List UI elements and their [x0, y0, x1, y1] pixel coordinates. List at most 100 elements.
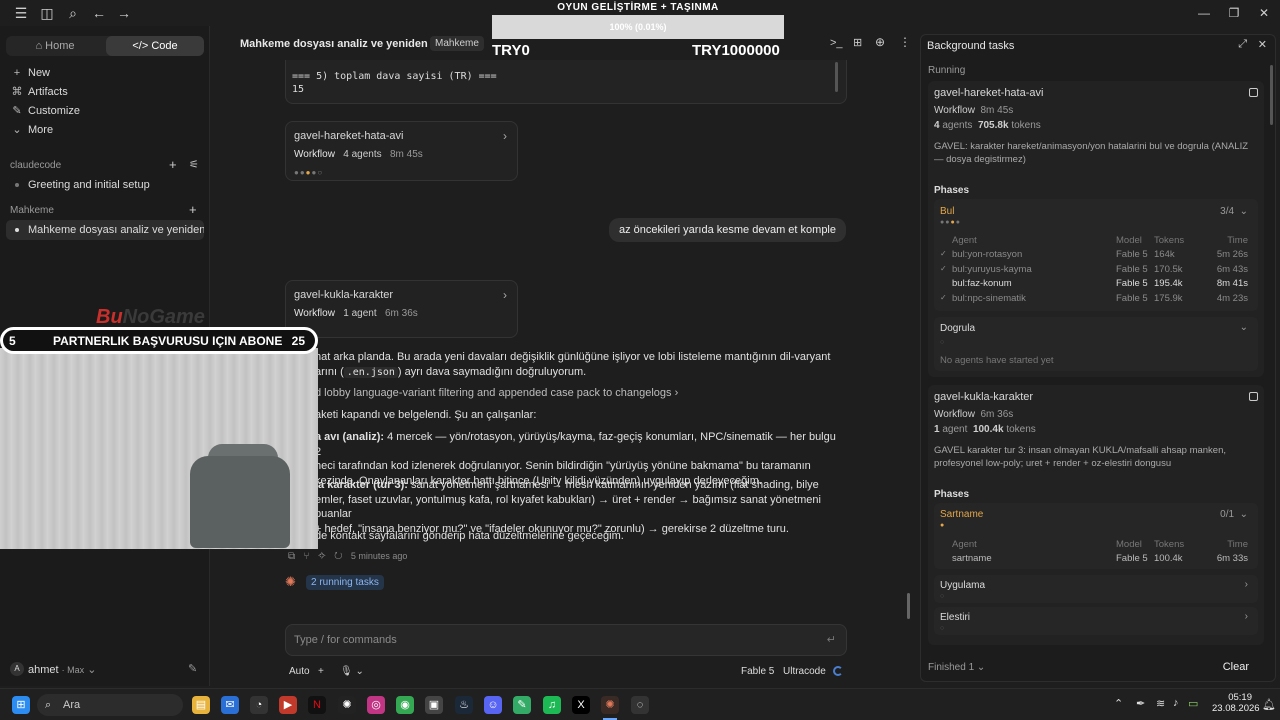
- nav-artifacts[interactable]: ⌘ Artifacts: [10, 83, 68, 101]
- phase-elestiri[interactable]: Elestiri › ○: [934, 607, 1258, 635]
- phase-dogrula[interactable]: Dogrula ⌄ ○ No agents have started yet: [934, 317, 1258, 371]
- nav-new[interactable]: + New: [10, 64, 50, 82]
- avatar[interactable]: A: [10, 662, 24, 676]
- assistant-bullet-2: la karakter (tur 3): sanat yönetmeni şar…: [285, 478, 845, 536]
- model-select[interactable]: Fable 5: [741, 666, 774, 677]
- battery-icon[interactable]: ▭: [1188, 697, 1198, 710]
- workflow-kind: Workflow: [294, 149, 335, 160]
- more-options-icon[interactable]: ⋮: [899, 35, 911, 49]
- workflow-card-hareket[interactable]: gavel-hareket-hata-avi › Workflow 4 agen…: [285, 121, 518, 181]
- new-session-plus-icon[interactable]: +: [169, 157, 177, 172]
- steam-icon[interactable]: ♨: [455, 696, 473, 714]
- phase-uygulama[interactable]: Uygulama › ○: [934, 575, 1258, 603]
- mode-select[interactable]: Auto: [289, 666, 310, 677]
- stop-task-button[interactable]: [1249, 392, 1258, 401]
- discord-icon[interactable]: ☺: [484, 696, 502, 714]
- phase-count: 0/1 ⌄: [1220, 509, 1248, 520]
- back-arrow-icon[interactable]: ←: [91, 5, 107, 21]
- chat-scrollbar[interactable]: [907, 593, 910, 619]
- file-explorer-icon[interactable]: ▤: [192, 696, 210, 714]
- bullet-text: heci tarafından kod izlenerek doğrulanıy…: [315, 460, 811, 472]
- app-icon[interactable]: ▣: [425, 696, 443, 714]
- mail-icon[interactable]: ✉: [221, 696, 239, 714]
- effort-select[interactable]: Ultracode: [783, 666, 826, 677]
- taskbar-search[interactable]: ⌕ Ara: [37, 694, 183, 716]
- panel-scrollbar[interactable]: [1270, 65, 1273, 125]
- nav-more-label: More: [28, 124, 54, 136]
- netflix-icon[interactable]: N: [308, 696, 326, 714]
- windows-start-icon[interactable]: ⊞: [12, 696, 30, 714]
- col-time: Time: [1227, 539, 1248, 550]
- workflow-agents: 4 agents: [343, 149, 382, 160]
- session-item-greeting[interactable]: Greeting and initial setup: [6, 175, 204, 195]
- taskbar-search-label: Ara: [63, 699, 81, 711]
- minimize-button[interactable]: —: [1193, 4, 1215, 22]
- tool-call-line[interactable]: d lobby language-variant filtering and a…: [285, 386, 845, 401]
- speedtest-icon[interactable]: ◔: [250, 696, 268, 714]
- code-scrollbar[interactable]: [835, 62, 838, 92]
- tab-home[interactable]: ⌂ Home: [6, 36, 104, 56]
- terminal-icon[interactable]: >_: [830, 37, 843, 49]
- fork-icon[interactable]: ⑂: [303, 551, 309, 562]
- nav-customize[interactable]: ✎ Customize: [10, 102, 80, 120]
- microphone-icon[interactable]: 🎙︎ ⌄: [340, 666, 364, 677]
- notifications-icon[interactable]: 🔔︎: [1262, 698, 1276, 711]
- tab-home-label: Home: [45, 40, 75, 52]
- media-app-icon[interactable]: ▶: [279, 696, 297, 714]
- wifi-icon[interactable]: ≋: [1156, 697, 1165, 710]
- close-window-button[interactable]: ✕: [1253, 4, 1275, 22]
- app-circle-icon[interactable]: ◌: [631, 696, 649, 714]
- attach-plus-icon[interactable]: +: [318, 666, 324, 677]
- clear-button[interactable]: Clear: [1223, 661, 1249, 673]
- copy-icon[interactable]: ⧉: [288, 551, 295, 562]
- sidebar-toggle-icon[interactable]: ◫: [39, 5, 55, 21]
- x-icon[interactable]: X: [572, 696, 590, 714]
- banner-right-count: 25: [291, 334, 305, 348]
- menu-icon[interactable]: ☰: [13, 5, 29, 21]
- search-icon: ⌕: [45, 699, 52, 711]
- chrome-icon[interactable]: ◉: [396, 696, 414, 714]
- code-line: === 5) toplam dava sayisi (TR) ===: [292, 71, 497, 82]
- edit-icon[interactable]: ✎: [188, 662, 197, 675]
- editor-icon[interactable]: ✎: [513, 696, 531, 714]
- project-tag[interactable]: Mahkeme: [430, 36, 484, 51]
- phase-dots: ●: [940, 522, 945, 529]
- stop-task-button[interactable]: [1249, 88, 1258, 97]
- forward-arrow-icon[interactable]: →: [116, 5, 132, 21]
- spotify-icon[interactable]: ♫: [543, 696, 561, 714]
- chat-input[interactable]: Type / for commands ↵: [285, 624, 847, 656]
- maximize-button[interactable]: ❐: [1223, 4, 1245, 22]
- clock-date: 23.08.2026: [1212, 703, 1260, 714]
- search-icon[interactable]: ⌕: [65, 5, 81, 21]
- task-description: GAVEL karakter tur 3: insan olmayan KUKL…: [934, 445, 1226, 469]
- phase-sartname[interactable]: Sartname 0/1 ⌄ ● Agent Model Tokens Time…: [934, 503, 1258, 569]
- running-tasks-badge[interactable]: 2 running tasks: [306, 575, 384, 590]
- refresh-icon[interactable]: ↻: [334, 551, 342, 562]
- panel-icon[interactable]: ⊞: [853, 36, 862, 49]
- volume-icon[interactable]: ♪: [1173, 697, 1179, 709]
- nav-more[interactable]: ⌄ More: [10, 121, 53, 139]
- session-item-mahkeme[interactable]: Mahkeme dosyası analiz ve yeniden yazım: [6, 220, 204, 240]
- tray-chevron-up-icon[interactable]: ⌃: [1114, 697, 1123, 710]
- filter-icon[interactable]: ⚟: [189, 158, 199, 171]
- tab-code[interactable]: </> Code: [106, 36, 204, 56]
- expand-icon[interactable]: ⤢: [1238, 38, 1247, 51]
- finished-toggle[interactable]: Finished 1 ⌄: [928, 662, 985, 673]
- claude-icon[interactable]: ✺: [601, 696, 619, 714]
- globe-icon[interactable]: ⊕: [875, 35, 885, 49]
- nav-customize-label: Customize: [28, 105, 80, 117]
- new-mahkeme-session-plus-icon[interactable]: +: [189, 202, 197, 217]
- finished-label: Finished 1: [928, 662, 975, 673]
- pen-icon[interactable]: ✒: [1136, 697, 1145, 710]
- instagram-icon[interactable]: ◎: [367, 696, 385, 714]
- phase-bul[interactable]: Bul 3/4 ⌄ ●●●● Agent Model Tokens Time ✓…: [934, 199, 1258, 311]
- workflow-card-kukla[interactable]: gavel-kukla-karakter › Workflow 1 agent …: [285, 280, 518, 338]
- chatgpt-icon[interactable]: ✺: [338, 696, 356, 714]
- pin-icon[interactable]: ✧: [318, 551, 326, 562]
- close-icon[interactable]: ✕: [1258, 38, 1267, 51]
- clock[interactable]: 05:19 23.08.2026: [1212, 692, 1260, 714]
- send-icon[interactable]: ↵: [827, 633, 836, 646]
- col-tokens: Tokens: [1154, 539, 1185, 550]
- user-name[interactable]: ahmet · Max ⌄: [28, 663, 96, 676]
- task-time: 8m 45s: [980, 105, 1014, 116]
